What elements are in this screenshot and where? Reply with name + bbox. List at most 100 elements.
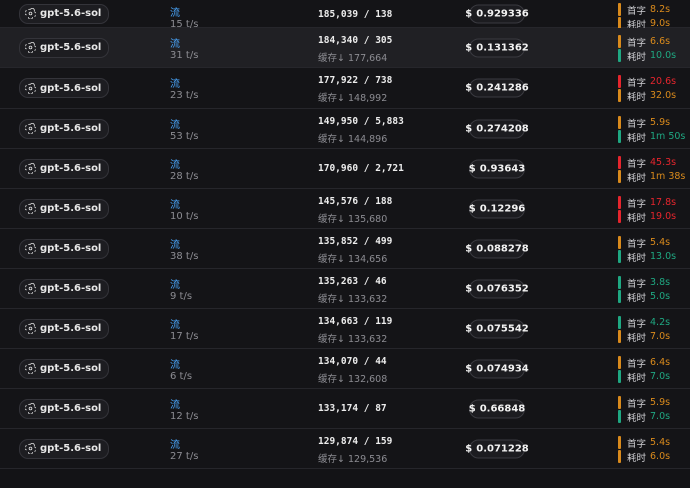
model-badge: gpt-5.6-sol — [19, 3, 110, 24]
total-time-line: 耗时 1m 38s — [618, 170, 688, 184]
stream-label: 流 — [170, 400, 180, 411]
currency-symbol: $ — [465, 82, 473, 94]
table-row[interactable]: gpt-5.6-sol 流 27 t/s 129,874 / 159 缓存↓ 129,5… — [0, 429, 690, 469]
timing-cell: 首字 5.9s 耗时 1m 50s — [618, 114, 688, 144]
total-time-line: 耗时 5.0s — [618, 290, 688, 304]
table-row[interactable]: gpt-5.6-sol 流 38 t/s 135,852 / 499 缓存↓ 134,6… — [0, 229, 690, 269]
token-count: 134,663 / 119 — [318, 316, 393, 327]
model-badge: gpt-5.6-sol — [19, 78, 110, 98]
total-time-line: 耗时 10.0s — [618, 49, 688, 63]
first-token-time-label: 首字 — [627, 438, 647, 450]
model-name: gpt-5.6-sol — [40, 163, 102, 174]
first-token-time-value: 20.6s — [650, 76, 677, 87]
total-time-indicator — [618, 170, 621, 183]
openai-logo-icon — [25, 243, 36, 254]
first-token-time-indicator — [618, 35, 621, 48]
first-token-time-indicator — [618, 396, 621, 409]
first-token-time-label: 首字 — [627, 238, 647, 250]
speed-value: 53 t/s — [170, 131, 199, 142]
timing-cell: 首字 45.3s 耗时 1m 38s — [618, 154, 688, 184]
stream-label: 流 — [170, 200, 180, 211]
first-token-time-indicator — [618, 3, 621, 16]
first-token-time-value: 5.4s — [650, 437, 671, 448]
table-row[interactable]: gpt-5.6-sol 流 53 t/s 149,950 / 5,883 缓存↓ 144… — [0, 109, 690, 149]
token-count: 135,263 / 46 — [318, 276, 387, 287]
model-name: gpt-5.6-sol — [40, 203, 102, 214]
total-time-label: 耗时 — [627, 372, 647, 384]
cache-read-value: 缓存↓ 135,680 — [318, 214, 388, 225]
total-time-value: 13.0s — [650, 251, 677, 262]
cache-read-value: 缓存↓ 134,656 — [318, 254, 388, 265]
model-name: gpt-5.6-sol — [40, 283, 102, 294]
model-name: gpt-5.6-sol — [40, 82, 102, 94]
timing-cell: 首字 6.6s 耗时 10.0s — [618, 33, 688, 63]
total-time-label: 耗时 — [627, 91, 647, 103]
total-time-indicator — [618, 49, 621, 62]
total-time-value: 5.0s — [650, 291, 671, 302]
table-row[interactable]: gpt-5.6-sol 流 31 t/s 184,340 / 305 缓存↓ 177,6… — [0, 28, 690, 68]
total-time-value: 6.0s — [650, 451, 671, 462]
table-row[interactable]: gpt-5.6-sol 流 6 t/s 134,070 / 44 缓存↓ 132,608… — [0, 349, 690, 389]
total-time-value: 10.0s — [650, 50, 677, 61]
table-row[interactable]: gpt-5.6-sol 流 12 t/s 133,174 / 87 $0.66848 首字… — [0, 389, 690, 429]
first-token-time-indicator — [618, 356, 621, 369]
first-token-time-value: 8.2s — [650, 4, 671, 15]
total-time-value: 7.0s — [650, 371, 671, 382]
speed-value: 12 t/s — [170, 411, 199, 422]
cache-read-value: 缓存↓ 177,664 — [318, 53, 388, 64]
table-row[interactable]: gpt-5.6-sol 流 10 t/s 145,576 / 188 缓存↓ 135,6… — [0, 189, 690, 229]
model-name: gpt-5.6-sol — [40, 443, 102, 454]
total-time-indicator — [618, 330, 621, 343]
total-time-label: 耗时 — [627, 252, 647, 264]
speed-value: 27 t/s — [170, 451, 199, 462]
token-count: 135,852 / 499 — [318, 236, 393, 247]
first-token-time-indicator — [618, 436, 621, 449]
total-time-value: 7.0s — [650, 331, 671, 342]
cost-badge: $0.93643 — [469, 159, 525, 178]
cost-badge: $0.241286 — [465, 78, 529, 98]
stream-label: 流 — [170, 160, 180, 171]
first-token-time-label: 首字 — [627, 118, 647, 130]
stream-label: 流 — [170, 240, 180, 251]
cost-badge: $0.076352 — [465, 279, 529, 298]
timing-cell: 首字 8.2s 耗时 9.0s — [618, 1, 688, 31]
first-token-time-value: 4.2s — [650, 317, 671, 328]
currency-symbol: $ — [468, 403, 476, 414]
table-row[interactable]: gpt-5.6-sol 流 15 t/s 185,039 / 138 $0.929336… — [0, 0, 690, 31]
total-time-label: 耗时 — [627, 51, 647, 63]
model-name: gpt-5.6-sol — [40, 123, 102, 134]
total-time-label: 耗时 — [627, 292, 647, 304]
timing-cell: 首字 17.8s 耗时 19.0s — [618, 194, 688, 224]
speed-value: 9 t/s — [170, 291, 193, 302]
total-time-label: 耗时 — [627, 132, 647, 144]
first-token-time-label: 首字 — [627, 278, 647, 290]
openai-logo-icon — [25, 82, 36, 94]
cache-read-value: 缓存↓ 133,632 — [318, 334, 388, 345]
token-count: 170,960 / 2,721 — [318, 163, 404, 174]
cost-value: 0.66848 — [479, 403, 526, 414]
table-row[interactable]: gpt-5.6-sol 流 9 t/s 135,263 / 46 缓存↓ 133,632… — [0, 269, 690, 309]
total-time-value: 19.0s — [650, 211, 677, 222]
total-time-label: 耗时 — [627, 172, 647, 184]
table-row[interactable]: gpt-5.6-sol 流 28 t/s 170,960 / 2,721 $0.9364… — [0, 149, 690, 189]
token-count: 149,950 / 5,883 — [318, 116, 404, 127]
usage-log-table: gpt-5.6-sol 流 15 t/s 185,039 / 138 $0.929336… — [0, 0, 690, 488]
stream-label: 流 — [170, 120, 180, 131]
first-token-time-line: 首字 45.3s — [618, 156, 688, 170]
table-row[interactable]: gpt-5.6-sol 流 17 t/s 134,663 / 119 缓存↓ 133,6… — [0, 309, 690, 349]
first-token-time-line: 首字 20.6s — [618, 75, 688, 89]
cost-badge: $0.274208 — [465, 119, 529, 138]
openai-logo-icon — [25, 323, 36, 334]
total-time-value: 1m 38s — [650, 171, 686, 182]
first-token-time-value: 5.9s — [650, 117, 671, 128]
first-token-time-indicator — [618, 116, 621, 129]
table-row[interactable]: gpt-5.6-sol 流 23 t/s 177,922 / 738 缓存↓ 148,9… — [0, 68, 690, 109]
cost-value: 0.131362 — [476, 42, 529, 53]
currency-symbol: $ — [465, 283, 473, 294]
cost-value: 0.93643 — [479, 163, 526, 174]
model-name: gpt-5.6-sol — [40, 243, 102, 254]
first-token-time-value: 5.4s — [650, 237, 671, 248]
first-token-time-value: 5.9s — [650, 397, 671, 408]
first-token-time-line: 首字 6.4s — [618, 356, 688, 370]
openai-logo-icon — [25, 8, 36, 19]
